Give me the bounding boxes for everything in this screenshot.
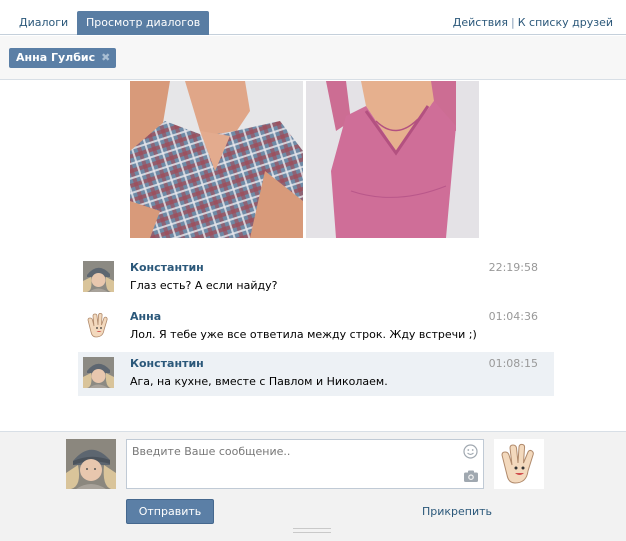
message-composer: Отправить Прикрепить — [0, 431, 626, 541]
attached-photo-plaid-shirt[interactable] — [130, 81, 303, 238]
message-time[interactable]: 01:04:36 — [489, 310, 538, 323]
message-row[interactable]: Константин Глаз есть? А если найду? 22:1… — [78, 256, 554, 300]
top-tab-bar: Диалоги Просмотр диалогов Действия | К спи… — [0, 0, 626, 35]
composer-resize-handle[interactable] — [293, 528, 331, 533]
user-avatar-photo-icon — [66, 439, 116, 489]
attached-photo-pink-top[interactable] — [306, 81, 479, 238]
close-icon[interactable]: ✖ — [101, 48, 110, 68]
message-row-highlighted[interactable]: Константин Ага, на кухне, вместе с Павло… — [78, 352, 554, 396]
peer-chip[interactable]: Анна Гулбис ✖ — [9, 48, 117, 68]
header-separator: | — [511, 16, 515, 29]
message-history[interactable]: Константин Глаз есть? А если найду? 22:1… — [0, 81, 626, 431]
message-author[interactable]: Константин — [130, 357, 204, 370]
smile-icon[interactable] — [463, 444, 478, 459]
message-input[interactable] — [126, 439, 484, 489]
author-avatar[interactable] — [83, 261, 114, 292]
camera-icon[interactable] — [464, 470, 478, 482]
waving-hand-avatar-icon — [83, 310, 114, 341]
user-avatar-photo-icon — [83, 261, 114, 292]
tab-view-dialogs[interactable]: Просмотр диалогов — [77, 11, 210, 35]
actions-link[interactable]: Действия — [453, 16, 508, 29]
peer-name: Анна Гулбис — [16, 51, 96, 64]
message-text: Ага, на кухне, вместе с Павлом и Николае… — [130, 375, 388, 388]
waving-hand-avatar-icon — [494, 439, 544, 489]
message-text: Глаз есть? А если найду? — [130, 279, 278, 292]
pink-top-image — [306, 81, 479, 238]
author-avatar[interactable] — [83, 310, 114, 341]
my-avatar[interactable] — [66, 439, 116, 489]
peer-bar: Анна Гулбис ✖ — [0, 36, 626, 80]
tab-dialogs[interactable]: Диалоги — [10, 11, 77, 35]
message-row[interactable]: Анна Лол. Я тебе уже все ответила между … — [78, 305, 554, 349]
message-author[interactable]: Анна — [130, 310, 161, 323]
message-text: Лол. Я тебе уже все ответила между строк… — [130, 328, 477, 341]
message-time[interactable]: 01:08:15 — [489, 357, 538, 370]
message-time[interactable]: 22:19:58 — [489, 261, 538, 274]
attach-link[interactable]: Прикрепить — [422, 505, 492, 518]
author-avatar[interactable] — [83, 357, 114, 388]
friends-list-link[interactable]: К списку друзей — [518, 16, 613, 29]
message-author[interactable]: Константин — [130, 261, 204, 274]
header-links: Действия | К списку друзей — [453, 16, 613, 29]
peer-avatar[interactable] — [494, 439, 544, 489]
user-avatar-photo-icon — [83, 357, 114, 388]
plaid-shirt-image — [130, 81, 303, 238]
send-button[interactable]: Отправить — [126, 499, 214, 524]
